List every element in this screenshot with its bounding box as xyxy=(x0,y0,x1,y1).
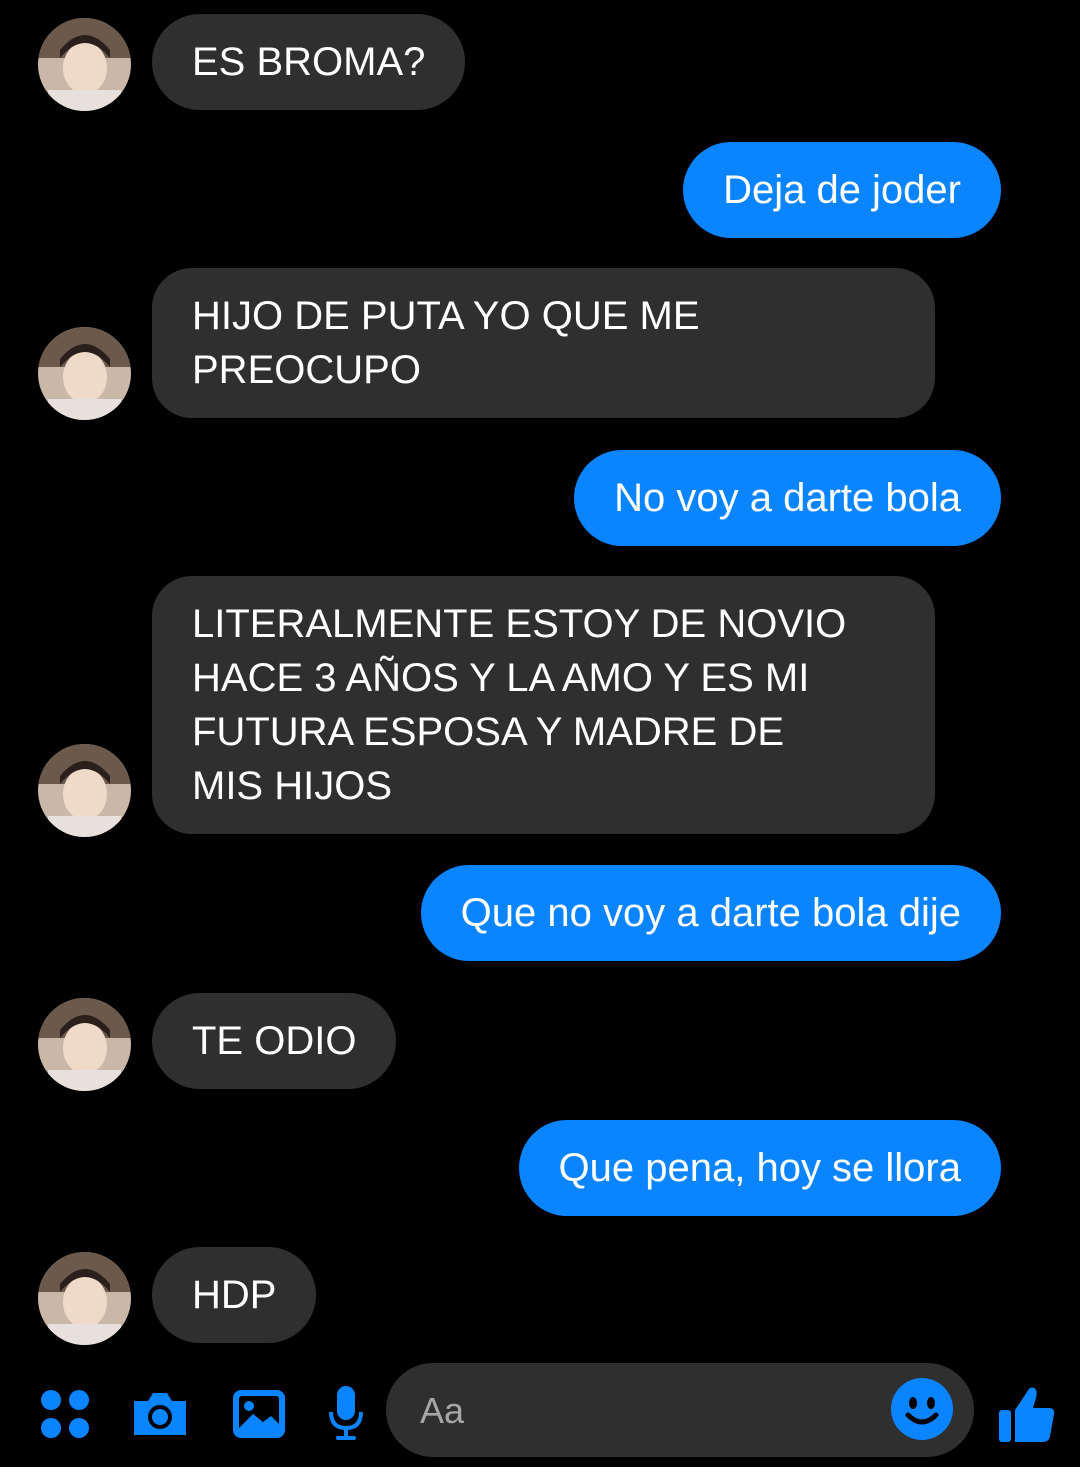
message-input[interactable] xyxy=(418,1363,882,1459)
message-bubble-outgoing[interactable]: Que no voy a darte bola dije xyxy=(420,865,1001,961)
avatar-photo xyxy=(38,327,131,420)
avatar-photo xyxy=(38,998,131,1091)
message-bubble-outgoing[interactable]: Que pena, hoy se llora xyxy=(518,1120,1001,1216)
composer-bar xyxy=(0,1360,1080,1467)
gallery-button[interactable] xyxy=(228,1360,290,1467)
camera-button[interactable] xyxy=(128,1360,192,1467)
message-input-container[interactable] xyxy=(386,1363,974,1459)
microphone-icon xyxy=(329,1385,363,1440)
thumbs-up-icon xyxy=(999,1387,1055,1442)
microphone-button[interactable] xyxy=(326,1360,366,1467)
avatar-photo xyxy=(38,18,131,111)
message-bubble-outgoing[interactable]: No voy a darte bola xyxy=(574,450,1001,546)
message-bubble-incoming[interactable]: TE ODIO xyxy=(152,993,397,1089)
message-bubble-incoming[interactable]: LITERALMENTE ESTOY DE NOVIO HACE 3 AÑOS … xyxy=(152,576,935,834)
emoji-icon xyxy=(891,1378,953,1440)
thumbs-up-button[interactable] xyxy=(996,1360,1058,1467)
contact-avatar[interactable] xyxy=(38,1252,131,1345)
emoji-button[interactable] xyxy=(890,1377,954,1441)
avatar-photo xyxy=(38,1252,131,1345)
contact-avatar[interactable] xyxy=(38,744,131,837)
message-bubble-outgoing[interactable]: Deja de joder xyxy=(683,142,1001,238)
gallery-icon xyxy=(233,1389,285,1438)
message-bubble-incoming[interactable]: HIJO DE PUTA YO QUE ME PREOCUPO xyxy=(152,268,935,418)
contact-avatar[interactable] xyxy=(38,327,131,420)
contact-avatar[interactable] xyxy=(38,18,131,111)
message-bubble-incoming[interactable]: HDP xyxy=(152,1247,317,1343)
avatar-photo xyxy=(38,744,131,837)
message-bubble-incoming[interactable]: ES BROMA? xyxy=(152,14,466,110)
menu-dots-icon xyxy=(41,1389,89,1438)
camera-icon xyxy=(134,1392,186,1435)
contact-avatar[interactable] xyxy=(38,998,131,1091)
menu-dots-button[interactable] xyxy=(38,1360,92,1467)
